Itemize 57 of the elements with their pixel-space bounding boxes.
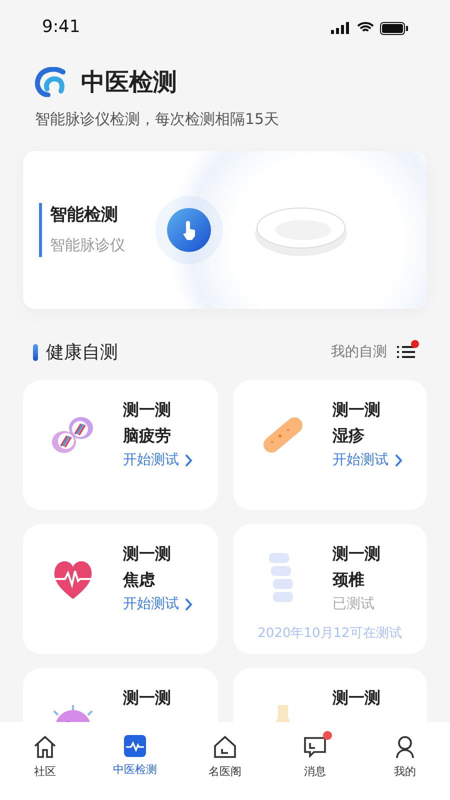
detection-banner[interactable]: 智能检测 智能脉诊仪 [23,150,427,308]
tab-label: 名医阁 [208,764,242,780]
my-tests-link[interactable]: 我的自测 [331,342,387,362]
tested-status: 已测试 [332,594,376,614]
pulse-chart-icon [123,734,147,758]
tab-bar-item[interactable]: 名医阁 [180,722,270,800]
home-icon [32,734,58,760]
card-name: 颈椎 [332,568,366,590]
message-icon [302,734,328,760]
self-test-card[interactable]: 测一测 [232,668,427,722]
chevron-right-icon [185,454,193,466]
banner-subtitle: 智能脉诊仪 [50,235,125,256]
app-logo-icon [35,67,67,97]
self-test-card[interactable]: 测一测 [23,668,218,722]
card-name: 焦虑 [123,568,156,590]
house-icon [212,734,238,760]
card-name: 脑疲劳 [123,424,172,446]
start-test-text: 开始测试 [123,450,179,470]
card-title: 测一测 [123,398,172,420]
start-test-link[interactable]: 开始测试 [332,450,402,470]
list-icon [397,345,415,359]
status-time: 9:41 [42,16,80,40]
list-menu-button[interactable] [397,343,417,361]
signal-icon [331,22,351,34]
self-test-card[interactable]: 测一测 颈椎 已测试 2020年10月12可在测试 [232,524,427,654]
page-title: 中医检测 [81,67,177,98]
start-test-link[interactable]: 开始测试 [123,594,193,614]
tab-bar-item[interactable]: 社区 [0,722,90,800]
start-test-text: 开始测试 [332,450,388,470]
retest-date-note: 2020年10月12可在测试 [256,625,403,643]
card-name: 湿疹 [332,424,366,446]
self-test-card[interactable]: 测一测 脑疲劳 开始测试 [23,380,218,510]
tab-label: 中医检测 [113,762,157,778]
start-test-link[interactable]: 开始测试 [123,450,193,470]
tap-hand-icon [180,220,198,240]
wifi-icon [357,22,374,34]
tab-bar-item[interactable]: 中医检测 [90,722,180,800]
self-test-card[interactable]: 测一测 湿疹 开始测试 [232,380,427,510]
self-test-card[interactable]: 测一测 焦虑 开始测试 [23,524,218,654]
card-title: 测一测 [123,542,172,564]
tab-label: 社区 [34,764,56,780]
chevron-right-icon [185,598,193,610]
page-subtitle: 智能脉诊仪检测，每次检测相隔15天 [35,109,280,130]
section-marker [33,344,38,360]
tab-label: 消息 [304,764,326,780]
banner-title: 智能检测 [50,204,119,226]
battery-icon [380,22,408,34]
chevron-right-icon [394,454,402,466]
card-title: 测一测 [332,542,380,564]
section-title: 健康自测 [46,340,118,364]
tab-label: 我的 [394,764,416,780]
start-test-text: 开始测试 [123,594,179,614]
card-title: 测一测 [332,686,380,708]
tab-bar-item[interactable]: 我的 [360,722,450,800]
card-title: 测一测 [123,686,171,708]
tab-bar-item[interactable]: 消息 [270,722,360,800]
card-title: 测一测 [332,398,382,420]
